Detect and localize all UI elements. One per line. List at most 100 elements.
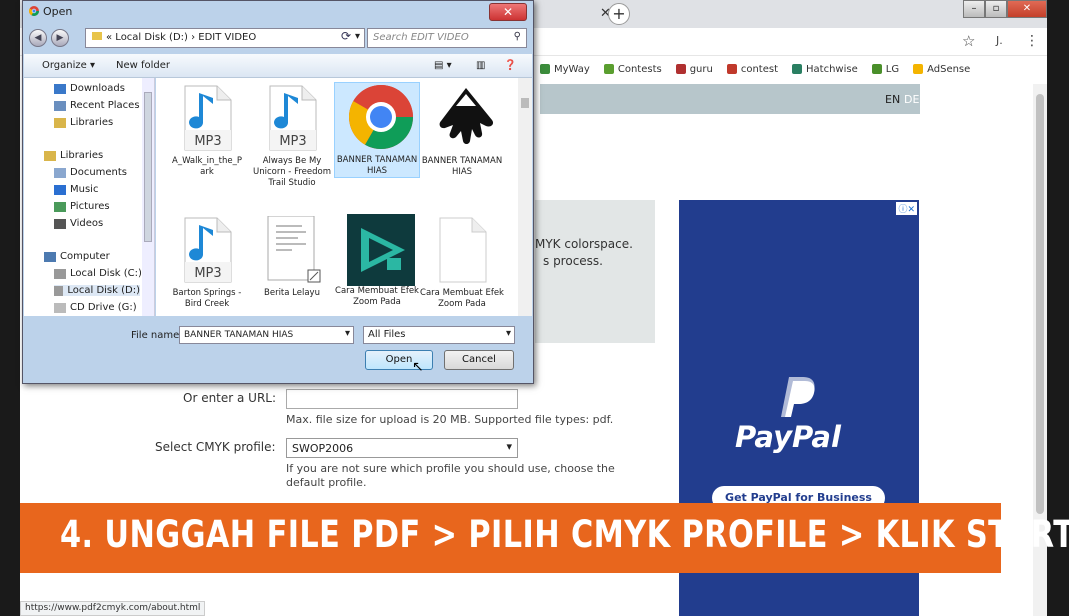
menu-kebab-icon[interactable]: ⋮ <box>1025 33 1039 49</box>
computer-icon <box>44 251 56 262</box>
lang-de-link[interactable]: DE <box>904 93 919 106</box>
new-folder-button[interactable]: New folder <box>116 60 170 71</box>
file-name: BANNER TANAMAN HIAS <box>421 156 503 177</box>
forward-button[interactable]: ▶ <box>51 29 69 47</box>
nav-item-documents[interactable]: Documents <box>54 167 127 178</box>
music-icon <box>54 184 66 195</box>
bookmark-star-icon[interactable]: ☆ <box>962 32 975 50</box>
file-item[interactable]: MP3 Barton Springs - Bird Creek <box>164 216 250 310</box>
file-type-select[interactable]: All Files <box>363 326 515 344</box>
file-item[interactable]: BANNER TANAMAN HIAS <box>334 82 420 178</box>
nav-scrollbar[interactable] <box>142 78 154 316</box>
nav-item-music[interactable]: Music <box>54 184 98 195</box>
organize-button[interactable]: Organize ▾ <box>42 60 95 71</box>
bookmark-favicon-icon <box>540 64 550 74</box>
bookmark-adsense[interactable]: AdSense <box>913 64 970 75</box>
nav-scrollbar-thumb[interactable] <box>144 92 152 242</box>
mouse-cursor-icon: ↖ <box>412 359 424 375</box>
file-item[interactable]: Berita Lelayu <box>249 215 335 299</box>
chrome-icon <box>347 83 413 151</box>
bookmark-label: contest <box>740 63 779 75</box>
svg-text:MP3: MP3 <box>279 134 306 149</box>
help-icon[interactable]: ❓ <box>504 60 516 71</box>
status-url: https://www.pdf2cmyk.com/about.html <box>20 601 206 616</box>
back-button[interactable]: ◀ <box>29 29 47 47</box>
nav-item-downloads[interactable]: Downloads <box>54 83 125 94</box>
file-name: Always Be My Unicorn - Freedom Trail Stu… <box>253 156 331 188</box>
page-scrollbar-thumb[interactable] <box>1036 94 1044 514</box>
file-item[interactable]: Cara Membuat Efek Zoom Pada <box>334 214 420 308</box>
file-item[interactable]: BANNER TANAMAN HIAS <box>419 84 505 178</box>
file-item[interactable]: MP3 A_Walk_in_the_P ark <box>164 84 250 178</box>
bookmark-favicon-icon <box>913 64 924 74</box>
close-window-button[interactable]: ✕ <box>1007 0 1047 18</box>
bookmark-contest[interactable]: contest <box>726 63 779 75</box>
view-options-icon[interactable]: ▤ ▾ <box>434 60 452 71</box>
mp3-file-icon: MP3 <box>177 216 237 284</box>
bookmark-label: MyWay <box>554 63 590 75</box>
lang-en-link[interactable]: EN <box>885 93 900 106</box>
nav-item-label: Libraries <box>70 117 114 128</box>
bookmark-label: guru <box>689 63 713 75</box>
bookmark-myway[interactable]: MyWay <box>540 64 590 75</box>
drive-icon <box>54 285 64 296</box>
documents-icon <box>54 167 66 178</box>
preview-pane-icon[interactable]: ▥ <box>476 60 485 71</box>
cancel-button[interactable]: Cancel <box>444 350 514 370</box>
nav-item-label: Pictures <box>70 201 110 212</box>
bookmark-label: LG <box>885 63 900 75</box>
mp3-file-icon: MP3 <box>262 84 322 152</box>
search-input[interactable]: Search EDIT VIDEO ⚲ <box>367 28 527 48</box>
nav-item-cd-drive-g[interactable]: CD Drive (G:) <box>54 302 137 313</box>
file-list: MP3 A_Walk_in_the_P ark MP3 Always Be My Un… <box>156 78 518 316</box>
maximize-button[interactable]: ▫ <box>985 0 1007 18</box>
libraries-icon <box>44 150 56 161</box>
dialog-close-button[interactable]: ✕ <box>489 3 527 21</box>
window-controls: – ▫ ✕ <box>963 0 1047 20</box>
bookmarks-bar: MyWay Contests guru contest Hatchwise LG AdSen… <box>540 58 970 80</box>
breadcrumb[interactable]: « Local Disk (D:) › EDIT VIDEO <box>85 28 365 48</box>
nav-item-libraries[interactable]: Libraries <box>44 150 103 161</box>
nav-item-computer[interactable]: Computer <box>44 251 110 262</box>
document-thumbnail-icon <box>262 215 322 284</box>
folder-icon <box>92 32 102 40</box>
recent-places-icon <box>54 100 66 111</box>
file-scrollbar-thumb[interactable] <box>521 98 529 108</box>
nav-item-pictures[interactable]: Pictures <box>54 201 110 212</box>
url-input[interactable] <box>286 389 518 409</box>
nav-item-videos[interactable]: Videos <box>54 218 103 229</box>
file-name: Barton Springs - Bird Creek <box>172 288 242 309</box>
profile-avatar[interactable]: J. <box>996 34 1003 47</box>
cmyk-profile-select[interactable]: SWOP2006 <box>286 438 518 458</box>
nav-item-local-disk-d[interactable]: Local Disk (D:) <box>54 285 140 296</box>
nav-item-label: Computer <box>60 251 110 262</box>
file-name-input[interactable]: BANNER TANAMAN HIAS <box>179 326 354 344</box>
bookmark-lg[interactable]: LG <box>871 63 900 75</box>
file-name: Cara Membuat Efek Zoom Pada <box>420 288 504 309</box>
file-name-label: File name: <box>131 330 183 341</box>
open-file-dialog: Open ✕ ◀ ▶ « Local Disk (D:) › EDIT VIDE… <box>22 0 534 384</box>
cmyk-label: Select CMYK profile: <box>155 440 276 454</box>
nav-item-recent-places[interactable]: Recent Places <box>54 100 140 111</box>
bookmark-label: Hatchwise <box>806 63 858 75</box>
minimize-button[interactable]: – <box>963 0 985 18</box>
bookmark-guru[interactable]: guru <box>675 63 713 75</box>
nav-item-local-disk-c[interactable]: Local Disk (C:) <box>54 268 142 279</box>
bookmark-contests[interactable]: Contests <box>603 64 662 75</box>
file-list-scrollbar[interactable] <box>518 78 532 316</box>
nav-item-libraries[interactable]: Libraries <box>54 117 113 128</box>
search-placeholder: Search EDIT VIDEO <box>373 32 469 43</box>
refresh-icon[interactable]: ⟳ <box>341 29 351 43</box>
mp3-file-icon: MP3 <box>177 84 237 152</box>
bookmark-favicon-icon <box>871 64 882 74</box>
file-item[interactable]: Cara Membuat Efek Zoom Pada <box>419 216 505 310</box>
language-bar: EN DE <box>540 84 920 114</box>
nav-item-label: Videos <box>70 218 104 229</box>
file-item[interactable]: MP3 Always Be My Unicorn - Freedom Trail … <box>249 84 335 189</box>
nav-item-label: Downloads <box>70 83 125 94</box>
upload-hint: Max. file size for upload is 20 MB. Supp… <box>286 413 614 426</box>
bookmark-hatchwise[interactable]: Hatchwise <box>792 64 858 75</box>
new-tab-button[interactable]: + <box>608 3 630 25</box>
adchoices-icon[interactable]: ⓘ✕ <box>896 202 917 215</box>
panel-text-1: MYK colorspace. <box>535 237 633 251</box>
